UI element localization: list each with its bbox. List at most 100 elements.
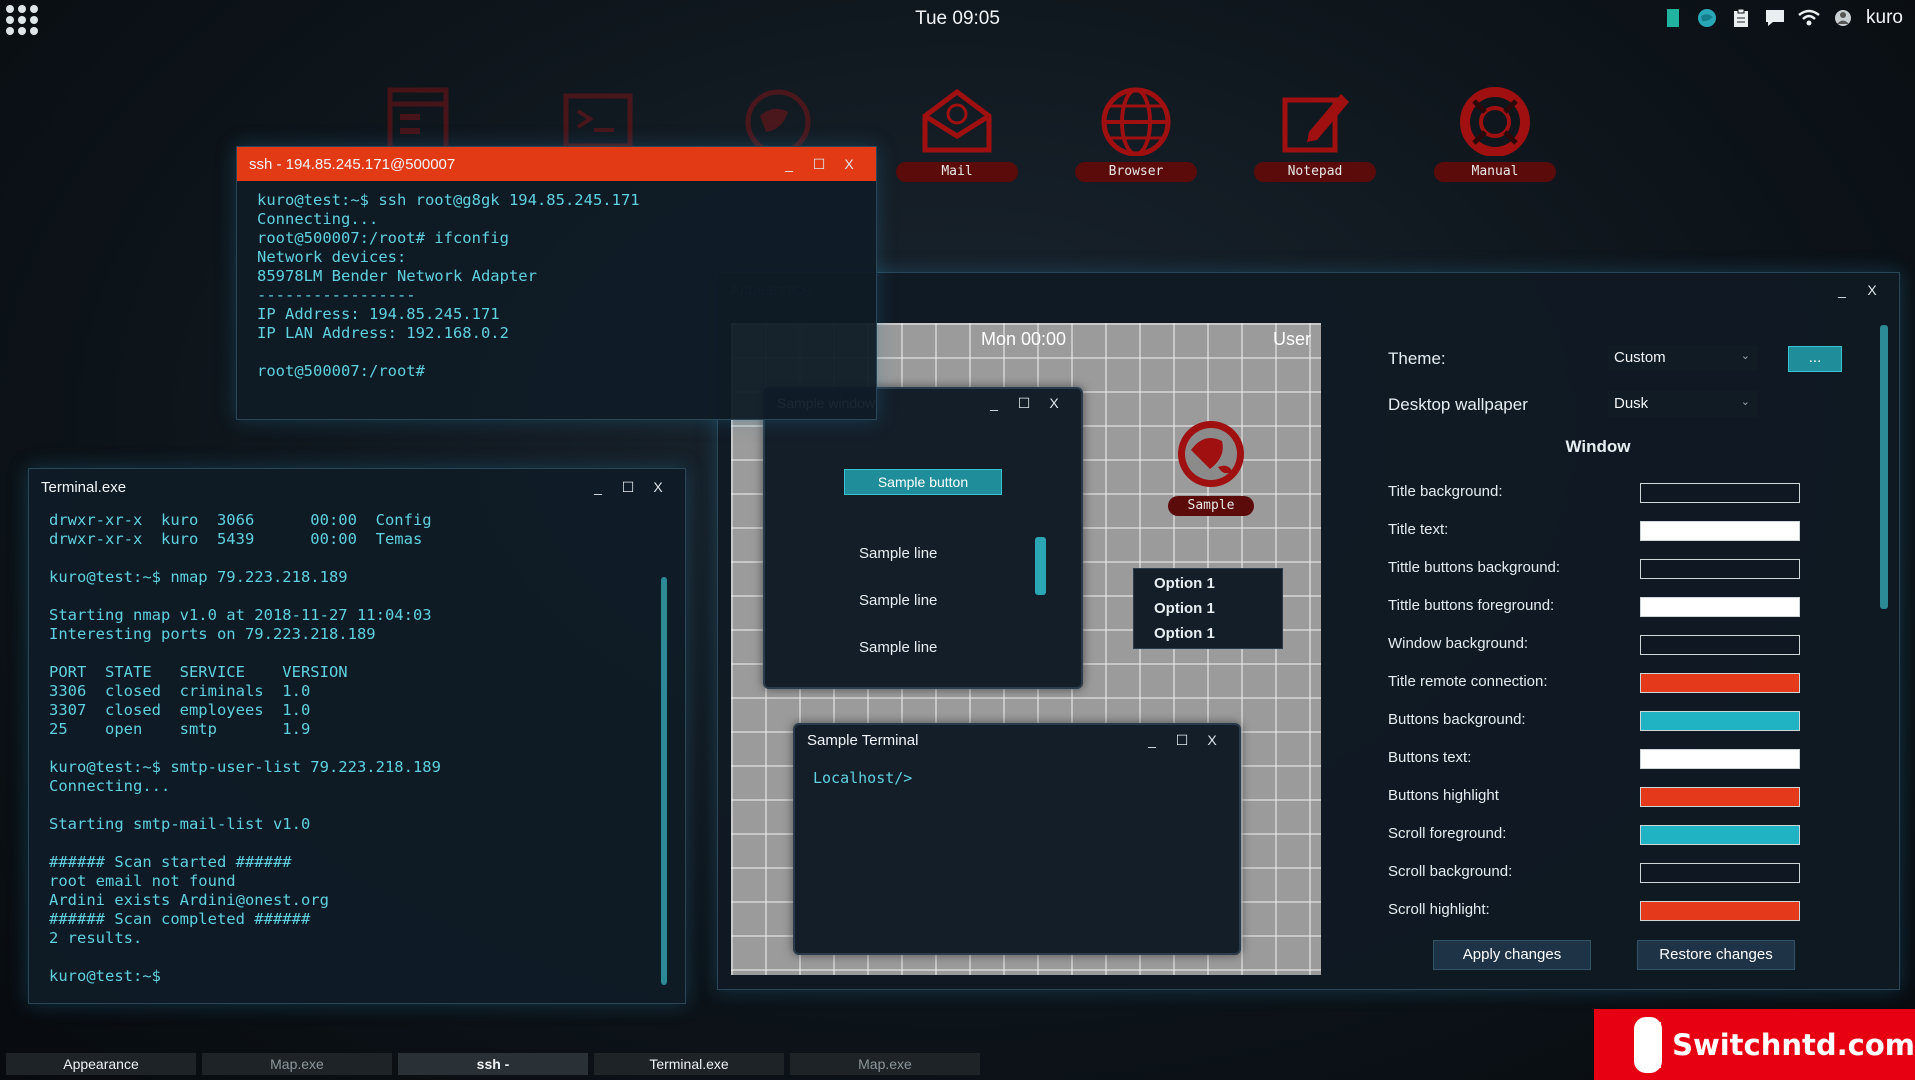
taskbar-item-appearance[interactable]: Appearance: [6, 1053, 196, 1075]
color-setting-row: Title text:: [1388, 521, 1848, 545]
taskbar-item-map[interactable]: Map.exe: [202, 1053, 392, 1075]
terminal-scrollbar[interactable]: [661, 577, 667, 985]
terminal-line: root email not found: [49, 872, 236, 890]
sample-option[interactable]: Option 1: [1134, 596, 1282, 621]
sample-desktop-icon[interactable]: Sample: [1168, 417, 1254, 516]
sample-dropdown-menu: Option 1 Option 1 Option 1: [1133, 568, 1283, 649]
color-setting-row: Tittle buttons foreground:: [1388, 597, 1848, 621]
maximize-button[interactable]: ☐: [1167, 732, 1197, 749]
terminal-title-bar[interactable]: Terminal.exe _ ☐ X: [29, 469, 685, 505]
sample-line: Sample line: [859, 545, 938, 562]
color-setting-label: Window background:: [1388, 635, 1529, 652]
color-swatch[interactable]: [1640, 635, 1800, 655]
close-button[interactable]: X: [643, 479, 673, 495]
globe-icon: [1178, 421, 1244, 487]
color-setting-row: Scroll background:: [1388, 863, 1848, 887]
terminal-line: PORT STATE SERVICE VERSION: [49, 663, 348, 681]
terminal-line: Connecting...: [49, 777, 171, 795]
desktop-icon-label: Manual: [1434, 162, 1556, 182]
wallpaper-dropdown[interactable]: Dusk ⌄: [1608, 391, 1758, 417]
color-setting-label: Title remote connection:: [1388, 673, 1548, 690]
color-swatch[interactable]: [1640, 597, 1800, 617]
color-swatch[interactable]: [1640, 483, 1800, 503]
terminal-line: 2 results.: [49, 929, 143, 947]
theme-preview: Mon 00:00 User Sample window _ ☐ X Sampl…: [731, 323, 1321, 975]
sample-icon-label: Sample: [1168, 496, 1254, 516]
ssh-output[interactable]: kuro@test:~$ ssh root@g8gk 194.85.245.17…: [237, 181, 876, 395]
color-setting-row: Scroll foreground:: [1388, 825, 1848, 849]
close-button[interactable]: X: [834, 156, 864, 172]
color-swatch[interactable]: [1640, 521, 1800, 541]
color-setting-label: Scroll foreground:: [1388, 825, 1507, 842]
sample-button[interactable]: Sample button: [844, 469, 1002, 495]
color-setting-row: Window background:: [1388, 635, 1848, 659]
terminal-line: Connecting...: [257, 210, 379, 228]
color-swatch[interactable]: [1640, 863, 1800, 883]
theme-label: Theme:: [1388, 349, 1446, 368]
lifebuoy-icon: [1460, 87, 1530, 156]
sample-line: Sample line: [859, 639, 938, 656]
restore-changes-button[interactable]: Restore changes: [1637, 940, 1795, 970]
ssh-title-bar[interactable]: ssh - 194.85.245.171@500007 _ ☐ X: [237, 147, 876, 181]
minimize-button[interactable]: _: [1137, 732, 1167, 748]
close-button[interactable]: X: [1039, 395, 1069, 411]
maximize-button[interactable]: ☐: [613, 479, 643, 496]
settings-scrollbar[interactable]: [1880, 325, 1888, 609]
clipboard-icon[interactable]: [1730, 7, 1752, 29]
sample-option[interactable]: Option 1: [1134, 571, 1282, 596]
chevron-down-icon: ⌄: [1740, 396, 1750, 408]
mail-icon: [922, 88, 992, 153]
terminal-line: Starting smtp-mail-list v1.0: [49, 815, 311, 833]
minimize-button[interactable]: _: [979, 395, 1009, 411]
color-swatch[interactable]: [1640, 749, 1800, 769]
chat-icon[interactable]: [1764, 7, 1786, 29]
minimize-button[interactable]: _: [774, 156, 804, 172]
terminal-line: kuro@test:~$: [49, 967, 161, 985]
desktop-icon-notepad[interactable]: Notepad: [1253, 86, 1377, 182]
color-swatch[interactable]: [1640, 673, 1800, 693]
maximize-button[interactable]: ☐: [804, 156, 834, 173]
maximize-button[interactable]: ☐: [1009, 395, 1039, 412]
network-globe-icon[interactable]: [1696, 7, 1718, 29]
sample-option[interactable]: Option 1: [1134, 621, 1282, 646]
desktop-icon-mail[interactable]: Mail: [895, 86, 1019, 182]
minimize-button[interactable]: _: [583, 479, 613, 495]
terminal-line: root@500007:/root# ifconfig: [257, 229, 509, 247]
sample-scrollbar[interactable]: [1035, 537, 1046, 595]
color-swatch[interactable]: [1640, 825, 1800, 845]
sample-terminal-prompt[interactable]: Localhost/>: [795, 755, 1239, 801]
apply-changes-button[interactable]: Apply changes: [1433, 940, 1591, 970]
username[interactable]: kuro: [1866, 7, 1903, 29]
taskbar-item-map[interactable]: Map.exe: [790, 1053, 980, 1075]
terminal-line: 85978LM Bender Network Adapter: [257, 267, 537, 285]
wifi-icon[interactable]: [1798, 7, 1820, 29]
color-setting-label: Title text:: [1388, 521, 1449, 538]
terminal-line: drwxr-xr-x kuro 5439 00:00 Temas: [49, 530, 423, 548]
theme-options-button[interactable]: ...: [1788, 346, 1842, 372]
color-swatch[interactable]: [1640, 559, 1800, 579]
color-swatch[interactable]: [1640, 901, 1800, 921]
color-swatch[interactable]: [1640, 711, 1800, 731]
preview-user: User: [1272, 329, 1311, 349]
theme-value: Custom: [1614, 349, 1666, 366]
terminal-output[interactable]: drwxr-xr-x kuro 3066 00:00 Config drwxr-x…: [29, 505, 685, 992]
taskbar-item-ssh[interactable]: ssh -: [398, 1053, 588, 1075]
terminal-line: Starting nmap v1.0 at 2018-11-27 11:04:0…: [49, 606, 432, 624]
theme-dropdown[interactable]: Custom ⌄: [1608, 345, 1758, 371]
appearance-window: Appearance _ X Mon 00:00 User Sample win…: [717, 272, 1900, 990]
color-setting-label: Buttons highlight: [1388, 787, 1499, 804]
desktop-icon-browser[interactable]: Browser: [1074, 86, 1198, 182]
desktop-icon-label: Browser: [1075, 162, 1197, 182]
battery-icon[interactable]: [1662, 7, 1684, 29]
close-button[interactable]: X: [1197, 732, 1227, 748]
preview-clock: Mon 00:00: [981, 329, 1067, 349]
taskbar-item-terminal[interactable]: Terminal.exe: [594, 1053, 784, 1075]
desktop-icon-manual[interactable]: Manual: [1433, 86, 1557, 182]
sample-terminal-title-bar[interactable]: Sample Terminal _ ☐ X: [795, 725, 1239, 755]
color-setting-label: Buttons background:: [1388, 711, 1526, 728]
terminal-line: drwxr-xr-x kuro 3066 00:00 Config: [49, 511, 432, 529]
watermark-text: Switchntd.com: [1672, 1027, 1915, 1062]
color-setting-row: Title remote connection:: [1388, 673, 1848, 697]
user-icon[interactable]: [1832, 7, 1854, 29]
color-swatch[interactable]: [1640, 787, 1800, 807]
